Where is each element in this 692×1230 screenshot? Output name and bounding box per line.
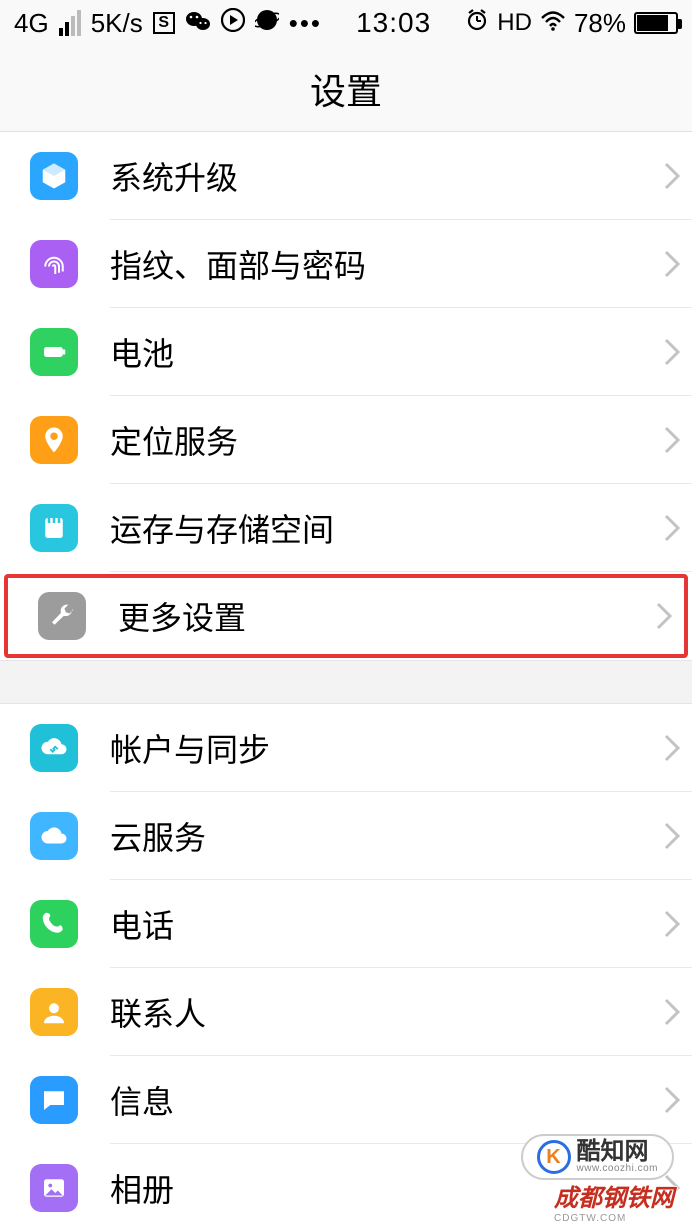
row-location-services[interactable]: 定位服务 [0,396,692,484]
more-icon: ••• [289,8,322,39]
wifi-icon [540,8,566,39]
signal-icon [59,10,81,36]
chevron-right-icon [652,425,692,455]
system-update-icon [30,152,78,200]
status-bar: 4G 5K/s S ••• 13:03 HD 78% [0,0,692,46]
chevron-right-icon [652,821,692,851]
watermark2-zh: 成都钢铁网 [554,1185,674,1212]
chevron-right-icon [652,513,692,543]
row-phone[interactable]: 电话 [0,880,692,968]
status-time: 13:03 [322,7,465,39]
status-left: 4G 5K/s S ••• [14,8,322,39]
chevron-right-icon [652,249,692,279]
chevron-right-icon [652,909,692,939]
phone-icon [30,900,78,948]
planet-icon [255,8,279,39]
chevron-right-icon [652,1085,692,1115]
gallery-icon [30,1164,78,1212]
chevron-right-icon [652,733,692,763]
watermark-zh: 酷知网 [577,1140,658,1164]
app-badge-icon: S [153,12,175,34]
storage-icon [30,504,78,552]
battery-percent: 78% [574,8,626,39]
row-label: 联系人 [110,989,652,1035]
watermark2-en: CDGTW.COM [554,1213,674,1224]
messages-icon [30,1076,78,1124]
page-header: 设置 [0,46,692,132]
row-label: 信息 [110,1077,652,1123]
row-battery[interactable]: 电池 [0,308,692,396]
wechat-icon [185,8,211,39]
row-messages[interactable]: 信息 [0,1056,692,1144]
contacts-icon [30,988,78,1036]
cloud-icon [30,812,78,860]
network-speed: 5K/s [91,8,143,39]
hd-indicator: HD [497,9,532,37]
row-fingerprint-face-password[interactable]: 指纹、面部与密码 [0,220,692,308]
watermark-cdgtw: 成都钢铁网 CDGTW.COM [554,1178,674,1224]
cloud-sync-icon [30,724,78,772]
row-label: 指纹、面部与密码 [110,241,652,287]
row-account-sync[interactable]: 帐户与同步 [0,704,692,792]
settings-group-1: 系统升级 指纹、面部与密码 电池 定位服务 [0,132,692,658]
play-icon [221,8,245,39]
row-ram-storage[interactable]: 运存与存储空间 [0,484,692,572]
location-icon [30,416,78,464]
page-title: 设置 [310,63,382,115]
alarm-icon [465,8,489,39]
row-label: 云服务 [110,813,652,859]
fingerprint-icon [30,240,78,288]
row-label: 系统升级 [110,153,652,199]
row-more-settings[interactable]: 更多设置 [4,574,688,658]
row-label: 更多设置 [118,593,644,639]
watermark-en: www.coozhi.com [577,1164,658,1174]
row-label: 定位服务 [110,417,652,463]
wrench-icon [38,592,86,640]
chevron-right-icon [652,337,692,367]
chevron-right-icon [652,997,692,1027]
watermark-coozhi: K 酷知网 www.coozhi.com [521,1134,674,1180]
chevron-right-icon [644,601,684,631]
row-contacts[interactable]: 联系人 [0,968,692,1056]
row-label: 电话 [110,901,652,947]
section-gap [0,660,692,704]
network-type: 4G [14,8,49,39]
chevron-right-icon [652,161,692,191]
row-cloud-service[interactable]: 云服务 [0,792,692,880]
row-system-update[interactable]: 系统升级 [0,132,692,220]
battery-icon [30,328,78,376]
battery-icon [634,12,678,34]
status-right: HD 78% [465,8,678,39]
watermark-logo-icon: K [537,1140,571,1174]
row-label: 帐户与同步 [110,725,652,771]
row-label: 运存与存储空间 [110,505,652,551]
settings-screen: 4G 5K/s S ••• 13:03 HD 78% 设置 系统升级 [0,0,692,1230]
row-label: 电池 [110,329,652,375]
